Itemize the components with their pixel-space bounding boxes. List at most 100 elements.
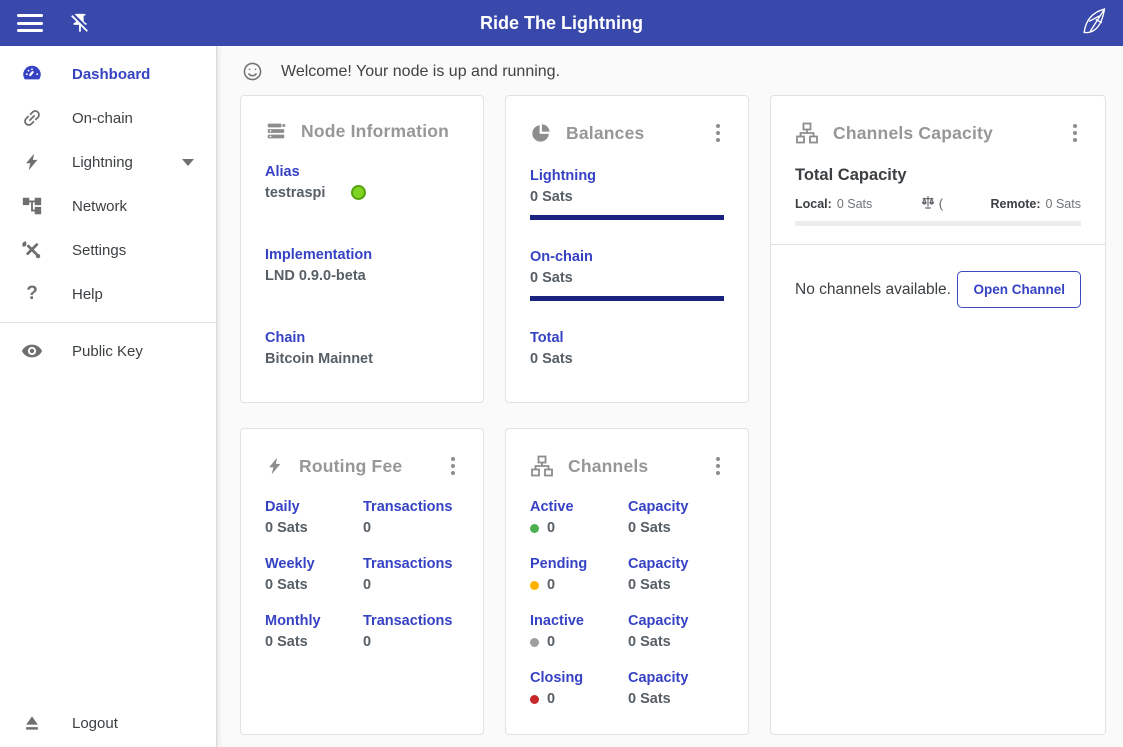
remote-label: Remote: (990, 196, 1041, 211)
eye-icon (20, 339, 44, 363)
sidebar-divider (0, 322, 216, 323)
fee-value: 0 Sats (265, 634, 308, 650)
pin-off-icon[interactable] (69, 12, 91, 34)
balance-progress-bar (530, 296, 724, 301)
inactive-status-dot (530, 637, 539, 647)
channel-count: 0 (547, 634, 556, 650)
app-header: Ride The Lightning (0, 0, 1123, 46)
implementation-label: Implementation (265, 247, 373, 263)
capacity-label: Capacity (628, 499, 689, 515)
sitemap-icon (530, 454, 554, 478)
capacity-label: Capacity (628, 670, 689, 686)
sidebar-item-lightning[interactable]: Lightning (0, 140, 216, 184)
balance-label: Lightning (530, 168, 597, 184)
chain-value: Bitcoin Mainnet (265, 351, 373, 367)
balance-value: 0 Sats (530, 270, 573, 286)
total-capacity-heading: Total Capacity (795, 166, 907, 184)
open-channel-button[interactable]: Open Channel (957, 271, 1081, 308)
sidebar-item-onchain[interactable]: On-chain (0, 96, 216, 140)
no-channels-message: No channels available. (795, 280, 951, 298)
kebab-menu-icon[interactable] (712, 453, 724, 479)
capacity-progress-bar (795, 221, 1081, 226)
sitemap-icon (795, 121, 819, 145)
app-title: Ride The Lightning (480, 12, 643, 33)
channel-state-label: Pending (530, 556, 588, 572)
transactions-label: Transactions (363, 613, 453, 629)
implementation-value: LND 0.9.0-beta (265, 268, 366, 284)
server-icon (265, 120, 287, 142)
balance-label: Total (530, 330, 564, 346)
sidebar: Dashboard On-chain Lightning Network Set… (0, 46, 217, 747)
channel-count: 0 (547, 577, 556, 593)
kebab-menu-icon[interactable] (1069, 120, 1081, 146)
sidebar-item-label: Public Key (72, 342, 143, 360)
capacity-label: Capacity (628, 556, 689, 572)
capacity-label: Capacity (628, 613, 689, 629)
alias-value: testraspi (265, 185, 326, 201)
lightning-bolt-icon (265, 456, 285, 476)
channel-state-label: Closing (530, 670, 584, 686)
kebab-menu-icon[interactable] (447, 453, 459, 479)
card-title: Routing Fee (299, 455, 403, 476)
dashboard-icon (20, 62, 44, 86)
capacity-value: 0 Sats (628, 691, 671, 707)
balance-scale-icon (920, 194, 936, 213)
node-information-card: Node Information Alias testraspi Impleme… (240, 95, 484, 403)
status-banner: Welcome! Your node is up and running. (242, 61, 560, 82)
smiley-icon (242, 61, 263, 82)
sidebar-item-label: Settings (72, 241, 127, 259)
card-title: Balances (566, 122, 645, 143)
main-content: Welcome! Your node is up and running. No… (218, 46, 1123, 747)
balance-value: 0 Sats (530, 351, 573, 367)
local-value: 0 Sats (836, 196, 873, 211)
card-title: Channels (568, 455, 649, 476)
fee-period-label: Weekly (265, 556, 315, 572)
pending-status-dot (530, 580, 539, 590)
sidebar-item-label: Lightning (72, 153, 133, 171)
alias-label: Alias (265, 164, 300, 180)
sidebar-item-label: Help (72, 285, 103, 303)
eject-icon (20, 711, 44, 735)
balance-value: 0 Sats (530, 189, 573, 205)
pie-chart-icon (530, 122, 552, 144)
sidebar-item-logout[interactable]: Logout (0, 701, 216, 745)
channel-state-label: Inactive (530, 613, 584, 629)
hamburger-menu-button[interactable] (17, 14, 43, 32)
chain-label: Chain (265, 330, 306, 346)
channel-count: 0 (547, 520, 556, 536)
welcome-text: Welcome! Your node is up and running. (281, 62, 561, 80)
transactions-value: 0 (363, 520, 372, 536)
capacity-value: 0 Sats (628, 577, 671, 593)
capacity-value: 0 Sats (628, 634, 671, 650)
closing-status-dot (530, 694, 539, 704)
balance-score-paren: ( (938, 196, 944, 211)
sidebar-item-help[interactable]: ? Help (0, 272, 216, 316)
sidebar-item-public-key[interactable]: Public Key (0, 329, 216, 373)
card-title: Channels Capacity (833, 122, 993, 143)
transactions-value: 0 (363, 577, 372, 593)
sidebar-item-label: Network (72, 197, 128, 215)
channels-card: Channels Active 0 Capacity 0 Sats Pendin… (505, 428, 749, 735)
help-question-icon: ? (26, 283, 38, 304)
local-label: Local: (795, 196, 832, 211)
remote-value: 0 Sats (1045, 196, 1081, 211)
sidebar-item-label: On-chain (72, 109, 133, 127)
fee-period-label: Daily (265, 499, 300, 515)
fee-value: 0 Sats (265, 577, 308, 593)
chevron-down-icon (182, 158, 194, 166)
kebab-menu-icon[interactable] (712, 120, 724, 146)
node-online-status-dot (351, 185, 367, 200)
balance-progress-bar (530, 215, 724, 220)
channels-capacity-card: Channels Capacity Total Capacity Local: … (770, 95, 1106, 735)
rtl-logo-icon (1079, 6, 1109, 43)
sidebar-item-network[interactable]: Network (0, 184, 216, 228)
link-icon (20, 106, 44, 130)
balance-label: On-chain (530, 249, 593, 265)
lightning-bolt-icon (20, 150, 44, 174)
balances-card: Balances Lightning 0 Sats On-chain 0 Sat… (505, 95, 749, 403)
transactions-label: Transactions (363, 556, 453, 572)
sidebar-item-dashboard[interactable]: Dashboard (0, 52, 216, 96)
sidebar-item-settings[interactable]: Settings (0, 228, 216, 272)
fee-period-label: Monthly (265, 613, 321, 629)
fee-value: 0 Sats (265, 520, 308, 536)
